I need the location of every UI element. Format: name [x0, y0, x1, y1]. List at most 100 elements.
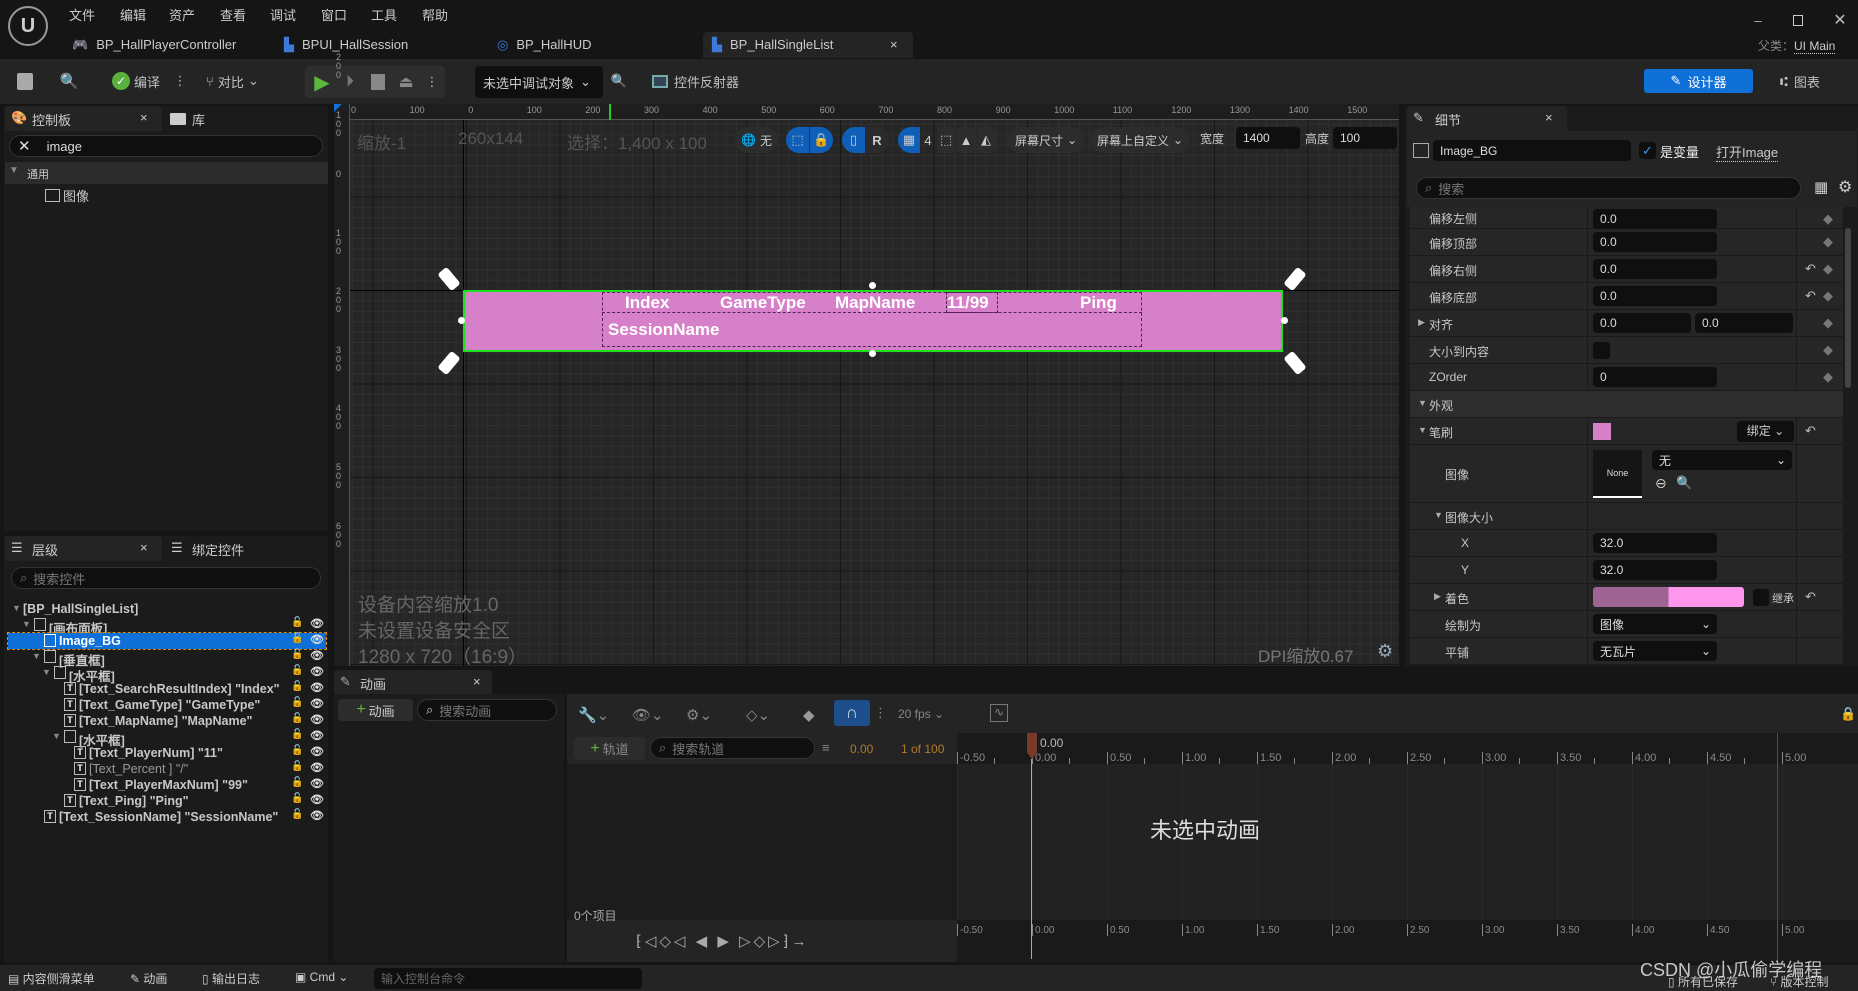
- flip-icon[interactable]: ◭: [977, 127, 995, 153]
- expand-arrow-icon[interactable]: ▼: [52, 731, 61, 741]
- lock-icon[interactable]: 🔓: [291, 665, 303, 676]
- tab-hierarchy[interactable]: [5, 536, 162, 561]
- offset-bottom-input[interactable]: 0.0: [1593, 286, 1717, 306]
- widget-name-input[interactable]: Image_BG: [1433, 140, 1631, 161]
- draw-as-dropdown[interactable]: 图像 ⌄: [1593, 614, 1717, 634]
- eye-icon[interactable]: 👁: [310, 681, 324, 694]
- hierarchy-item[interactable]: ▼ [水平框] 🔓 👁: [8, 729, 326, 748]
- clear-search-icon[interactable]: ✕: [18, 137, 31, 155]
- compile-options-icon[interactable]: ⋮: [174, 70, 187, 92]
- close-tab-icon[interactable]: ×: [890, 37, 898, 52]
- dpi-settings-gear-icon[interactable]: ⚙: [1377, 641, 1393, 662]
- eye-icon[interactable]: 👁: [310, 777, 324, 790]
- play-options-icon[interactable]: ⋮: [426, 70, 439, 94]
- tab-bind-widgets[interactable]: 绑定控件: [192, 540, 244, 559]
- tiling-dropdown[interactable]: 无瓦片 ⌄: [1593, 641, 1717, 661]
- text-index[interactable]: Index: [625, 293, 669, 313]
- reset-arrow-icon[interactable]: ↶: [1805, 589, 1816, 605]
- curve-editor-icon[interactable]: ∿: [990, 704, 1008, 722]
- resize-handle-top[interactable]: [869, 282, 876, 289]
- graph-button[interactable]: ⑆ 图表: [1780, 72, 1820, 91]
- inherit-checkbox[interactable]: [1753, 589, 1769, 606]
- eye-icon[interactable]: 👁: [310, 697, 324, 710]
- menu-item[interactable]: 窗口: [321, 5, 347, 24]
- eye-icon[interactable]: 👁: [310, 761, 324, 774]
- lock-icon[interactable]: 🔒: [1840, 706, 1856, 722]
- browse-asset-icon[interactable]: 🔍: [58, 70, 80, 92]
- hierarchy-item[interactable]: T [Text_MapName] "MapName" 🔓 👁: [8, 713, 326, 729]
- bind-dropdown[interactable]: 绑定 ⌄: [1737, 421, 1794, 442]
- compile-button[interactable]: ✓ 编译: [112, 70, 160, 92]
- show-dashed-toggle[interactable]: ⬚: [786, 127, 809, 153]
- zorder-input[interactable]: 0: [1593, 367, 1717, 387]
- reset-arrow-icon[interactable]: ↶: [1805, 261, 1816, 277]
- hierarchy-item[interactable]: ▼ [BP_HallSingleList]: [8, 601, 326, 617]
- tab-details[interactable]: [1407, 106, 1567, 131]
- designer-canvas[interactable]: [334, 104, 1399, 666]
- hierarchy-item[interactable]: ▼ [垂直框] 🔓 👁: [8, 649, 326, 668]
- resize-handle-right[interactable]: [1281, 317, 1288, 324]
- keyframe-icon[interactable]: ◆: [1823, 288, 1833, 304]
- menu-item[interactable]: 查看: [220, 5, 246, 24]
- offset-left-input[interactable]: 0.0: [1593, 209, 1717, 229]
- expand-arrow-icon[interactable]: ▶: [1418, 317, 1425, 328]
- respect-lock-toggle[interactable]: ▯: [842, 127, 865, 153]
- lock-icon[interactable]: 🔓: [291, 697, 303, 708]
- settings-gear-icon[interactable]: ⚙: [1838, 177, 1852, 197]
- menu-item[interactable]: 资产: [169, 5, 195, 24]
- eye-icon[interactable]: 👁: [310, 633, 324, 646]
- is-variable-checkbox[interactable]: ✓: [1639, 142, 1656, 159]
- keyframe-icon[interactable]: ◆: [1823, 342, 1833, 358]
- frame-counter[interactable]: 1 of 100: [901, 742, 944, 756]
- lock-icon[interactable]: 🔓: [291, 633, 303, 644]
- hierarchy-item[interactable]: T [Text_SearchResultIndex] "Index" 🔓 👁: [8, 681, 326, 697]
- eye-icon[interactable]: 👁: [310, 665, 324, 678]
- collapse-arrow-icon[interactable]: ▼: [1434, 510, 1443, 520]
- lock-icon[interactable]: 🔓: [291, 649, 303, 660]
- eye-icon[interactable]: 👁: [310, 617, 324, 630]
- eject-icon[interactable]: ⏏: [394, 70, 418, 94]
- tab-bp_hallhud[interactable]: ◎ BP_HallHUD: [497, 37, 591, 53]
- menu-item[interactable]: 文件: [69, 5, 95, 24]
- close-window-icon[interactable]: ✕: [1830, 10, 1850, 30]
- hierarchy-search-input[interactable]: ⌕ 搜索控件: [11, 567, 321, 589]
- details-search-input[interactable]: ⌕ 搜索: [1416, 177, 1801, 199]
- cmd-dropdown[interactable]: ▣ Cmd ⌄: [295, 970, 348, 984]
- tab-bpui_hallsession[interactable]: ▙ BPUI_HallSession: [284, 37, 408, 53]
- filter-icon[interactable]: ≡: [822, 740, 830, 755]
- key-options-icon[interactable]: ◇⌄: [746, 706, 770, 724]
- hierarchy-item[interactable]: T [Text_GameType] "GameType" 🔓 👁: [8, 697, 326, 713]
- keyframe-icon[interactable]: ◆: [1823, 211, 1833, 227]
- text-gametype[interactable]: GameType: [720, 293, 806, 313]
- lock-icon[interactable]: 🔓: [291, 745, 303, 756]
- close-hierarchy-icon[interactable]: ×: [140, 540, 148, 555]
- playback-end-marker[interactable]: [1777, 733, 1778, 962]
- lock-icon[interactable]: 🔓: [291, 809, 303, 820]
- collapse-arrow-icon[interactable]: ▼: [1418, 398, 1427, 408]
- resize-handle-left[interactable]: [458, 317, 465, 324]
- details-scrollbar[interactable]: [1845, 228, 1851, 388]
- brush-color-swatch[interactable]: [1593, 423, 1611, 440]
- keyframe-icon[interactable]: ◆: [1823, 369, 1833, 385]
- hierarchy-item[interactable]: ▼ [水平框] 🔓 👁: [8, 665, 326, 684]
- menu-item[interactable]: 工具: [371, 5, 397, 24]
- lock-icon[interactable]: 🔓: [291, 761, 303, 772]
- current-time[interactable]: 0.00: [850, 742, 873, 756]
- lock-icon[interactable]: 🔓: [291, 729, 303, 740]
- hierarchy-item[interactable]: Image_BG 🔓 👁: [7, 632, 327, 650]
- wrench-icon[interactable]: 🔧⌄: [578, 706, 609, 724]
- eye-icon[interactable]: 👁: [310, 729, 324, 742]
- hierarchy-item[interactable]: T [Text_Percent ] "/" 🔓 👁: [8, 761, 326, 777]
- text-players[interactable]: 11/99: [947, 293, 989, 313]
- lock-icon[interactable]: 🔓: [291, 681, 303, 692]
- keyframe-icon[interactable]: ◆: [1823, 261, 1833, 277]
- browse-asset-icon[interactable]: 🔍: [1676, 475, 1692, 491]
- snap-toggle[interactable]: ∩: [834, 700, 870, 726]
- lock-icon[interactable]: 🔓: [291, 793, 303, 804]
- menu-item[interactable]: 帮助: [422, 5, 448, 24]
- text-mapname[interactable]: MapName: [835, 293, 915, 313]
- expand-arrow-icon[interactable]: ▼: [22, 619, 31, 629]
- image-thumbnail[interactable]: None: [1593, 450, 1642, 498]
- eye-icon[interactable]: 👁: [310, 793, 324, 806]
- image-size-y-input[interactable]: 32.0: [1593, 560, 1717, 580]
